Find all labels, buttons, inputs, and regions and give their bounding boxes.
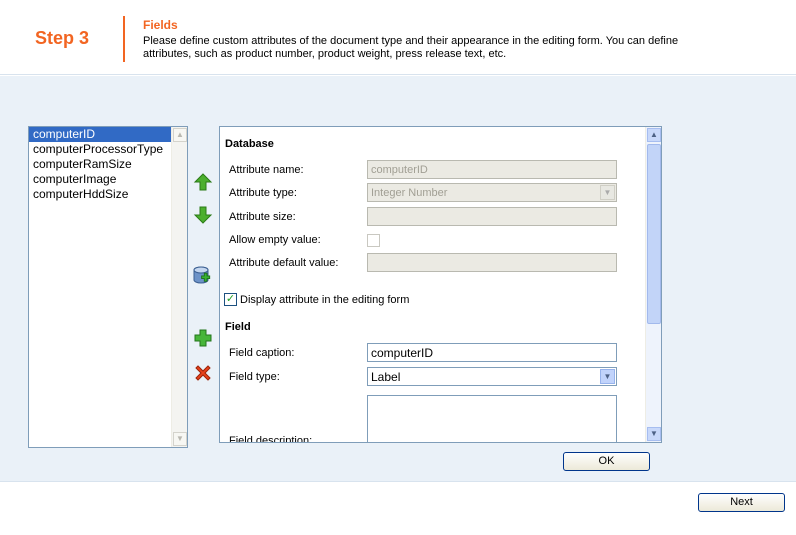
chevron-down-icon[interactable]: ▼ <box>600 185 615 200</box>
attribute-type-value: Integer Number <box>371 187 448 199</box>
step-divider <box>123 16 125 62</box>
delete-x-icon <box>195 365 211 381</box>
arrow-down-icon <box>193 206 213 224</box>
list-item[interactable]: computerID <box>29 127 171 142</box>
scroll-up-arrow[interactable]: ▲ <box>647 128 661 142</box>
attribute-name-label: Attribute name: <box>229 164 304 176</box>
allow-empty-label: Allow empty value: <box>229 234 321 246</box>
default-value-field[interactable] <box>367 253 617 272</box>
list-item[interactable]: computerHddSize <box>29 187 187 202</box>
step-title: Fields <box>143 18 178 32</box>
field-description-textarea[interactable] <box>367 395 617 442</box>
panel-scrollbar[interactable]: ▲ ▼ <box>645 127 661 442</box>
chevron-down-icon[interactable]: ▼ <box>600 369 615 384</box>
attribute-size-field[interactable] <box>367 207 617 226</box>
allow-empty-checkbox[interactable] <box>367 234 380 247</box>
list-item[interactable]: computerImage <box>29 172 187 187</box>
arrow-up-icon <box>193 173 213 191</box>
attribute-size-label: Attribute size: <box>229 211 296 223</box>
scroll-down-arrow[interactable]: ▼ <box>173 432 187 446</box>
wizard-header: Step 3 Fields Please define custom attri… <box>0 0 796 75</box>
scroll-down-arrow[interactable]: ▼ <box>647 427 661 441</box>
ok-button[interactable]: OK <box>563 452 650 471</box>
field-type-select[interactable]: Label ▼ <box>367 367 617 386</box>
next-button[interactable]: Next <box>698 493 785 512</box>
attribute-type-label: Attribute type: <box>229 187 297 199</box>
display-in-form-checkbox[interactable]: ✓ <box>224 293 237 306</box>
database-add-icon <box>193 266 211 284</box>
delete-attribute-button[interactable] <box>192 362 214 384</box>
field-section-title: Field <box>225 321 251 333</box>
field-caption-input[interactable]: computerID <box>367 343 617 362</box>
add-attribute-button[interactable] <box>192 327 214 349</box>
default-value-label: Attribute default value: <box>229 257 339 269</box>
scroll-up-arrow[interactable]: ▲ <box>173 128 187 142</box>
move-down-button[interactable] <box>192 204 214 226</box>
database-section-title: Database <box>225 138 274 150</box>
field-type-label: Field type: <box>229 371 280 383</box>
wizard-footer <box>0 481 796 535</box>
attributes-listbox[interactable]: computerID computerProcessorType compute… <box>28 126 188 448</box>
list-item[interactable]: computerRamSize <box>29 157 187 172</box>
list-item[interactable]: computerProcessorType <box>29 142 187 157</box>
attribute-properties-panel: Database Attribute name: computerID Attr… <box>219 126 662 443</box>
scrollbar-thumb[interactable] <box>647 144 661 324</box>
listbox-scrollbar[interactable]: ▲ ▼ <box>171 127 187 447</box>
display-in-form-label: Display attribute in the editing form <box>240 294 410 306</box>
attribute-name-field[interactable]: computerID <box>367 160 617 179</box>
field-type-value: Label <box>371 370 401 384</box>
field-caption-label: Field caption: <box>229 347 295 359</box>
step-number: Step 3 <box>35 28 90 48</box>
field-description-label: Field description: <box>229 435 313 443</box>
step-description: Please define custom attributes of the d… <box>143 35 679 60</box>
move-up-button[interactable] <box>192 171 214 193</box>
plus-icon <box>194 329 212 347</box>
attribute-type-select[interactable]: Integer Number ▼ <box>367 183 617 202</box>
new-attribute-from-db-button[interactable] <box>192 265 214 287</box>
